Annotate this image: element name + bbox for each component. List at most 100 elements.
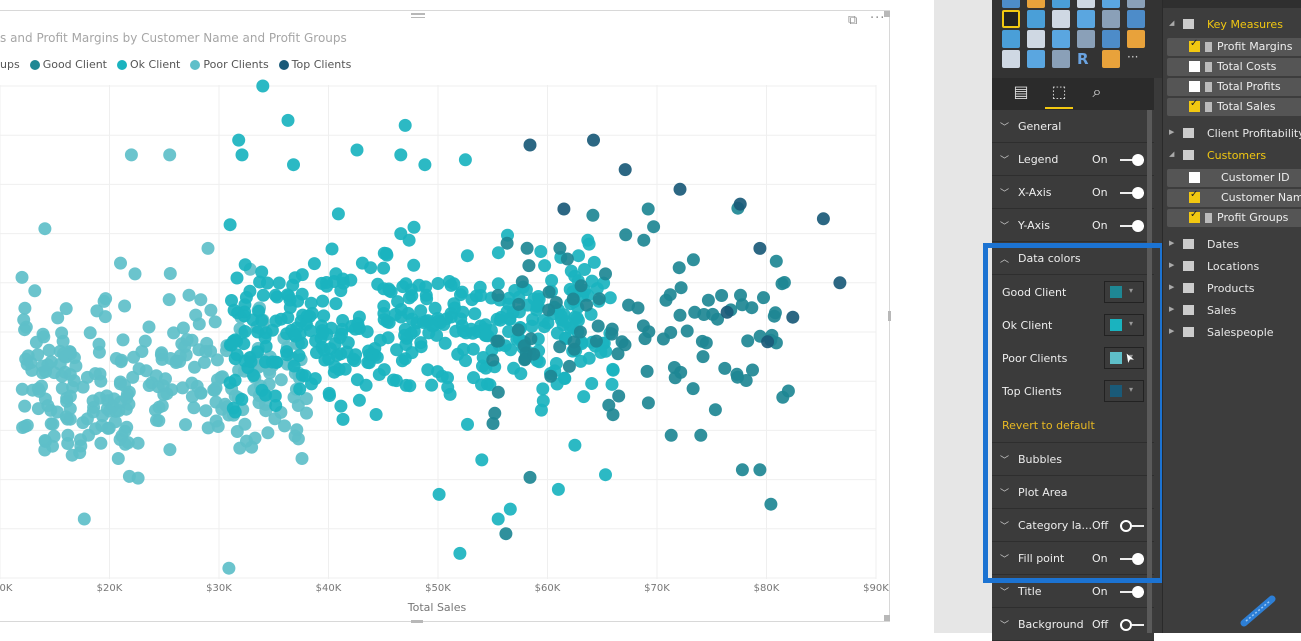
data-point-poor-clients[interactable]: [300, 406, 313, 420]
data-point-good-client[interactable]: [641, 202, 655, 216]
data-point-poor-clients[interactable]: [63, 412, 77, 426]
expand-arrow-icon[interactable]: ▶: [1169, 305, 1174, 313]
expand-arrow-icon[interactable]: ▶: [1169, 261, 1174, 269]
data-point-poor-clients[interactable]: [163, 443, 177, 457]
shape-map-icon[interactable]: [1002, 30, 1020, 48]
data-point-ok-client[interactable]: [293, 382, 307, 396]
data-point-top-clients[interactable]: [761, 335, 775, 349]
data-point-ok-client[interactable]: [414, 336, 428, 350]
funnel-icon[interactable]: [1027, 30, 1045, 48]
map-icon[interactable]: [1102, 10, 1120, 28]
data-point-ok-client[interactable]: [571, 314, 585, 327]
data-point-good-client[interactable]: [647, 220, 661, 234]
data-point-ok-client[interactable]: [253, 275, 267, 289]
data-point-poor-clients[interactable]: [16, 421, 30, 434]
data-point-poor-clients[interactable]: [109, 352, 123, 365]
stacked-bar-icon[interactable]: [1002, 0, 1020, 8]
data-point-poor-clients[interactable]: [46, 417, 60, 431]
data-point-ok-client[interactable]: [578, 263, 591, 276]
data-point-ok-client[interactable]: [246, 313, 260, 327]
data-point-poor-clients[interactable]: [163, 148, 177, 162]
data-point-poor-clients[interactable]: [31, 402, 45, 416]
data-point-ok-client[interactable]: [599, 468, 612, 482]
data-point-poor-clients[interactable]: [199, 344, 213, 358]
data-point-ok-client[interactable]: [491, 512, 505, 526]
data-point-ok-client[interactable]: [348, 322, 362, 336]
data-point-ok-client[interactable]: [536, 382, 550, 396]
data-point-ok-client[interactable]: [230, 271, 244, 285]
data-point-good-client[interactable]: [696, 350, 710, 364]
data-point-ok-client[interactable]: [352, 393, 366, 407]
data-point-poor-clients[interactable]: [55, 326, 69, 340]
data-point-poor-clients[interactable]: [185, 376, 199, 390]
data-point-poor-clients[interactable]: [18, 301, 32, 315]
field-total-sales[interactable]: Total Sales: [1167, 98, 1301, 116]
field-checkbox[interactable]: [1189, 38, 1200, 52]
data-point-ok-client[interactable]: [287, 158, 300, 172]
data-point-good-client[interactable]: [767, 309, 781, 323]
data-point-ok-client[interactable]: [331, 207, 345, 221]
data-point-ok-client[interactable]: [307, 257, 321, 271]
data-point-good-client[interactable]: [673, 308, 687, 322]
data-point-ok-client[interactable]: [585, 377, 599, 390]
data-point-poor-clients[interactable]: [194, 293, 208, 307]
slicer-icon[interactable]: [1002, 50, 1020, 68]
data-point-ok-client[interactable]: [530, 299, 544, 313]
data-point-good-client[interactable]: [656, 332, 670, 346]
data-point-poor-clients[interactable]: [97, 294, 111, 308]
data-point-ok-client[interactable]: [418, 158, 432, 172]
data-point-poor-clients[interactable]: [162, 293, 176, 307]
data-point-top-clients[interactable]: [786, 310, 800, 324]
data-point-ok-client[interactable]: [425, 378, 439, 392]
data-point-good-client[interactable]: [488, 406, 502, 420]
toggle-switch[interactable]: [1120, 187, 1144, 199]
data-point-good-client[interactable]: [638, 332, 652, 346]
data-point-poor-clients[interactable]: [201, 241, 215, 255]
data-point-ok-client[interactable]: [412, 278, 426, 292]
data-point-poor-clients[interactable]: [145, 376, 159, 390]
data-point-poor-clients[interactable]: [179, 418, 192, 432]
data-point-ok-client[interactable]: [320, 279, 334, 293]
data-point-ok-client[interactable]: [594, 345, 608, 359]
more-visuals-icon[interactable]: ···: [1127, 50, 1145, 68]
data-point-ok-client[interactable]: [329, 297, 343, 311]
field-total-costs[interactable]: Total Costs: [1167, 58, 1301, 76]
scatter-chart-icon[interactable]: [1002, 10, 1020, 28]
color-picker-button[interactable]: ▾: [1104, 281, 1144, 303]
data-point-poor-clients[interactable]: [100, 389, 114, 403]
data-point-ok-client[interactable]: [395, 354, 409, 368]
data-point-good-client[interactable]: [701, 293, 715, 307]
data-point-good-client[interactable]: [553, 340, 567, 354]
data-point-good-client[interactable]: [549, 296, 563, 309]
data-point-poor-clients[interactable]: [199, 404, 213, 418]
data-point-poor-clients[interactable]: [122, 385, 136, 399]
data-point-good-client[interactable]: [663, 288, 677, 302]
data-point-poor-clients[interactable]: [82, 428, 95, 442]
data-point-poor-clients[interactable]: [118, 299, 132, 313]
data-point-ok-client[interactable]: [444, 278, 458, 292]
data-point-ok-client[interactable]: [322, 386, 336, 400]
data-point-ok-client[interactable]: [467, 371, 480, 385]
data-point-ok-client[interactable]: [398, 118, 412, 132]
data-point-poor-clients[interactable]: [222, 561, 236, 575]
data-point-ok-client[interactable]: [336, 412, 350, 426]
data-point-ok-client[interactable]: [534, 245, 548, 258]
data-point-top-clients[interactable]: [733, 197, 747, 211]
data-point-good-client[interactable]: [775, 277, 789, 291]
data-point-ok-client[interactable]: [346, 352, 360, 366]
field-total-profits[interactable]: Total Profits: [1167, 78, 1301, 96]
data-point-poor-clients[interactable]: [61, 428, 75, 442]
data-point-poor-clients[interactable]: [94, 436, 108, 450]
data-point-ok-client[interactable]: [270, 355, 284, 369]
data-point-good-client[interactable]: [753, 463, 767, 477]
data-point-good-client[interactable]: [697, 308, 711, 321]
data-point-ok-client[interactable]: [582, 237, 596, 251]
data-point-good-client[interactable]: [599, 267, 612, 281]
data-point-good-client[interactable]: [694, 428, 708, 442]
data-point-poor-clients[interactable]: [18, 399, 32, 413]
data-point-good-client[interactable]: [781, 384, 795, 398]
data-point-ok-client[interactable]: [228, 405, 242, 419]
data-point-good-client[interactable]: [580, 298, 593, 312]
data-point-ok-client[interactable]: [310, 346, 323, 360]
donut-chart-icon[interactable]: [1052, 10, 1070, 28]
